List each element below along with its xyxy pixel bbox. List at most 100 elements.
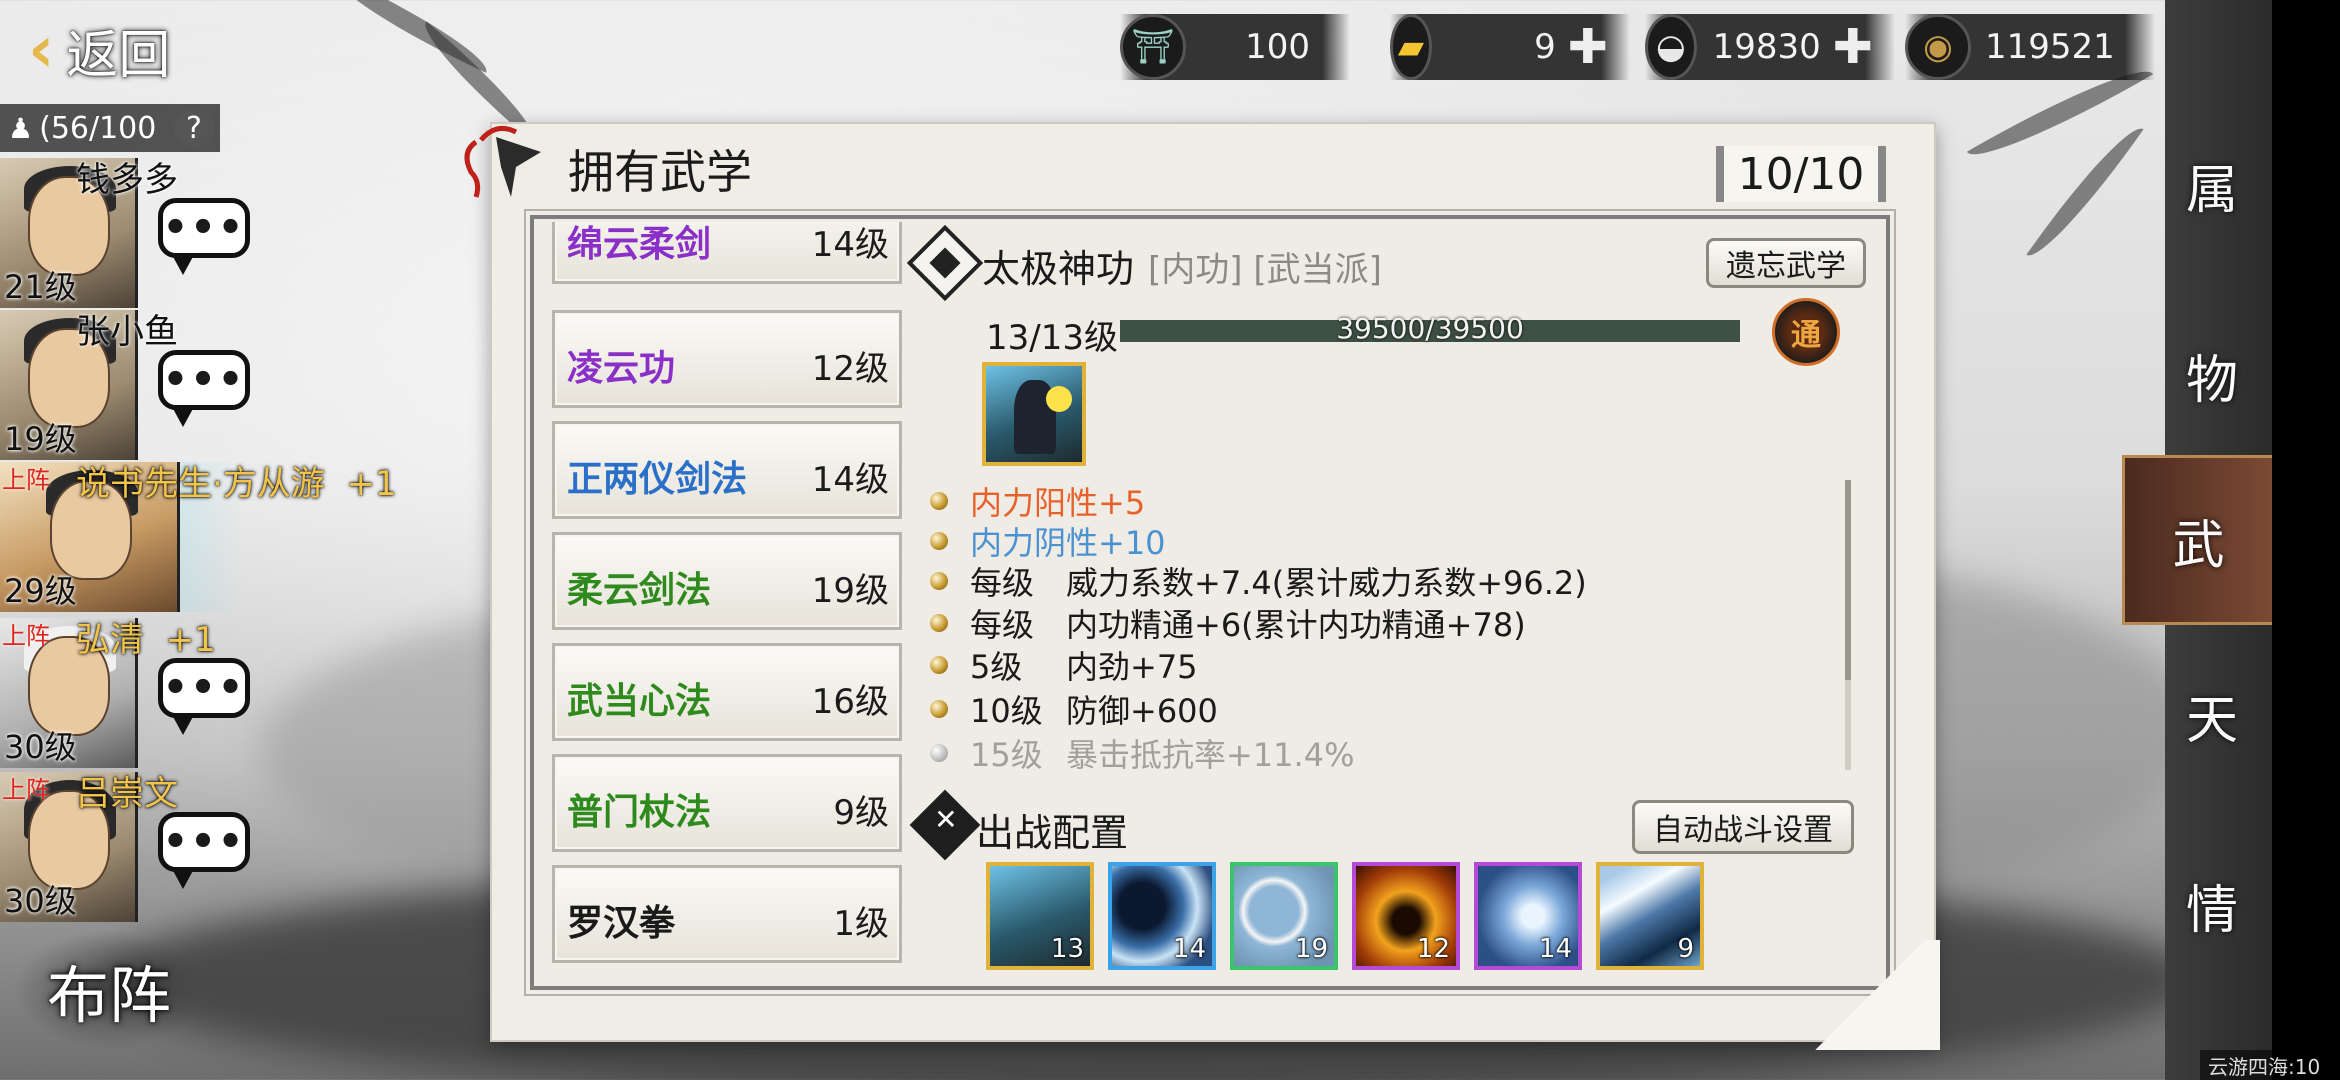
skill-name: 柔云剑法 bbox=[567, 570, 712, 611]
resource-value: 19830 bbox=[1712, 27, 1821, 67]
formation-button[interactable]: 布阵 bbox=[14, 930, 204, 1050]
slot-level: 13 bbox=[1050, 934, 1084, 964]
slot-level: 12 bbox=[1416, 934, 1450, 964]
team-member[interactable]: 上阵 弘清 +1 30级 ••• bbox=[0, 618, 420, 768]
screen-edge bbox=[2272, 0, 2340, 1080]
page-curl bbox=[1800, 940, 1940, 1050]
battle-skill-slot[interactable]: 19 bbox=[1230, 862, 1338, 970]
effect-text: 暴击抵抗率+11.4% bbox=[1066, 736, 1355, 774]
effect-text: 威力系数+7.4(累计威力系数+96.2) bbox=[1066, 564, 1587, 602]
chat-bubble-icon[interactable]: ••• bbox=[158, 658, 250, 735]
team-member[interactable]: 张小鱼 19级 ••• bbox=[0, 310, 420, 460]
skill-portrait-icon bbox=[982, 362, 1086, 466]
member-level: 19级 bbox=[4, 420, 77, 458]
skill-tags: [内功] [武当派] bbox=[1148, 250, 1382, 290]
skill-item[interactable]: 绵云柔剑 14级 bbox=[552, 222, 902, 284]
member-level: 21级 bbox=[4, 268, 77, 306]
deployed-tag: 上阵 bbox=[2, 776, 50, 804]
team-member[interactable]: 钱多多 21级 ••• bbox=[0, 158, 420, 308]
effect-text: 内劲+75 bbox=[1066, 648, 1198, 686]
forget-skill-button[interactable]: 遗忘武学 bbox=[1706, 238, 1866, 288]
slot-level: 19 bbox=[1294, 934, 1328, 964]
auto-battle-settings-button[interactable]: 自动战斗设置 bbox=[1632, 800, 1854, 854]
chat-bubble-icon[interactable]: ••• bbox=[158, 198, 250, 275]
bullet-icon bbox=[930, 532, 948, 550]
deployed-tag: 上阵 bbox=[2, 622, 50, 650]
battle-skill-slot[interactable]: 9 bbox=[1596, 862, 1704, 970]
skill-item[interactable]: 普门杖法 9级 bbox=[552, 754, 902, 852]
skill-item[interactable]: 武当心法 16级 bbox=[552, 643, 902, 741]
battle-skill-slot[interactable]: 14 bbox=[1108, 862, 1216, 970]
battle-skill-slot[interactable]: 14 bbox=[1474, 862, 1582, 970]
member-level: 30级 bbox=[4, 882, 77, 920]
member-name: 张小鱼 bbox=[76, 312, 178, 352]
skill-item[interactable]: 罗汉拳 1级 bbox=[552, 865, 902, 963]
effects-scrollbar[interactable] bbox=[1845, 480, 1851, 770]
skill-level: 19级 bbox=[811, 571, 889, 611]
member-name: 说书先生·方从游 +1 bbox=[76, 464, 397, 504]
bullet-icon bbox=[930, 744, 948, 762]
help-button[interactable]: ? bbox=[174, 108, 214, 148]
chevron-left-icon: ‹ bbox=[28, 13, 55, 87]
tab-attributes[interactable]: 属 bbox=[2152, 100, 2272, 270]
team-icon: ♟ bbox=[8, 111, 34, 145]
battle-config-title: 出战配置 bbox=[976, 811, 1129, 855]
slot-level: 14 bbox=[1538, 934, 1572, 964]
back-button[interactable]: ‹ 返回 bbox=[0, 0, 210, 100]
tab-items[interactable]: 物 bbox=[2152, 290, 2272, 460]
chat-bubble-icon[interactable]: ••• bbox=[158, 350, 250, 427]
skill-item[interactable]: 凌云功 12级 bbox=[552, 310, 902, 408]
slot-level: 14 bbox=[1172, 934, 1206, 964]
tab-relations[interactable]: 情 bbox=[2152, 820, 2272, 990]
member-name: 吕崇文 bbox=[76, 774, 178, 814]
battle-skill-slot[interactable]: 12 bbox=[1352, 862, 1460, 970]
battle-skill-slot[interactable]: 13 bbox=[986, 862, 1094, 970]
skill-name: 普门杖法 bbox=[567, 792, 712, 833]
resource-value: 119521 bbox=[1985, 27, 2115, 67]
member-bonus: +1 bbox=[165, 620, 216, 660]
skill-title: 太极神功 bbox=[982, 247, 1135, 291]
skill-item[interactable]: 柔云剑法 19级 bbox=[552, 532, 902, 630]
member-name: 钱多多 bbox=[76, 160, 178, 200]
effect-text: 防御+600 bbox=[1066, 692, 1218, 730]
member-name: 弘清 +1 bbox=[76, 620, 216, 660]
chat-bubble-icon[interactable]: ••• bbox=[158, 812, 250, 889]
tab-talents[interactable]: 天 bbox=[2152, 630, 2272, 800]
scrollbar-thumb[interactable] bbox=[1845, 480, 1851, 680]
skill-level: 12级 bbox=[811, 349, 889, 389]
effect-key: 每级 bbox=[970, 564, 1035, 602]
resource-silver: ◒ 19830 ✚ bbox=[1645, 14, 1895, 80]
effect-row-locked: 15级 暴击抵抗率+11.4% bbox=[930, 730, 1354, 776]
skill-list[interactable]: 绵云柔剑 14级 凌云功 12级 正两仪剑法 14级 柔云剑法 19级 武当心法… bbox=[548, 222, 904, 974]
effect-key: 15级 bbox=[970, 736, 1043, 774]
skill-level: 14级 bbox=[811, 460, 889, 500]
effect-row: 10级 防御+600 bbox=[930, 686, 1218, 732]
add-silver-button[interactable]: ✚ bbox=[1833, 23, 1873, 71]
effect-text: 内功精通+6(累计内功精通+78) bbox=[1066, 606, 1526, 644]
team-member[interactable]: 上阵 吕崇文 30级 ••• bbox=[0, 772, 420, 922]
member-bonus: +1 bbox=[346, 464, 397, 504]
mastery-badge-icon[interactable]: 通 bbox=[1772, 298, 1840, 366]
resource-value: 9 bbox=[1534, 27, 1556, 67]
effect-row: 每级 内功精通+6(累计内功精通+78) bbox=[930, 600, 1526, 646]
tab-martial-arts[interactable]: 武 bbox=[2122, 455, 2272, 625]
xp-text: 39500/39500 bbox=[1336, 312, 1524, 345]
bullet-icon bbox=[930, 614, 948, 632]
skill-item[interactable]: 正两仪剑法 14级 bbox=[552, 421, 902, 519]
skill-name: 凌云功 bbox=[567, 348, 676, 389]
resource-stamina: ⛩ 100 bbox=[1120, 14, 1350, 80]
skill-level: 9级 bbox=[833, 793, 889, 833]
member-level: 29级 bbox=[4, 572, 77, 610]
gold-ingot-icon: ▰ bbox=[1390, 14, 1432, 80]
team-count-label: (56/100 bbox=[39, 110, 157, 146]
add-gold-button[interactable]: ✚ bbox=[1568, 23, 1608, 71]
copper-coin-icon: ◉ bbox=[1905, 14, 1971, 80]
skill-count: 10/10 bbox=[1716, 146, 1886, 202]
team-member-selected[interactable]: 上阵 说书先生·方从游 +1 29级 bbox=[0, 462, 420, 612]
bullet-icon bbox=[930, 572, 948, 590]
resource-value: 100 bbox=[1245, 27, 1310, 67]
effect-key: 5级 bbox=[970, 648, 1023, 686]
member-level: 30级 bbox=[4, 728, 77, 766]
back-label: 返回 bbox=[66, 25, 171, 86]
bullet-icon bbox=[930, 656, 948, 674]
